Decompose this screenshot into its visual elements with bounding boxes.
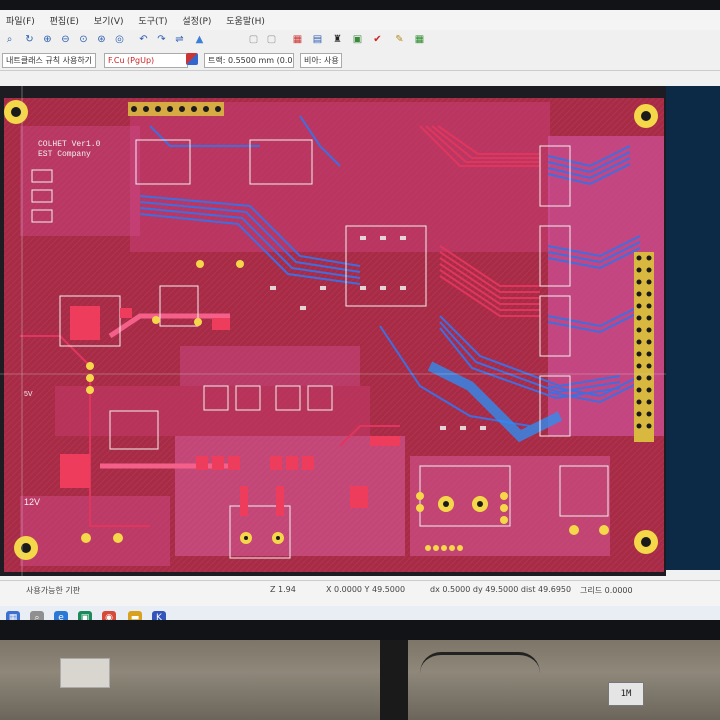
power-label: 12V bbox=[24, 497, 40, 507]
footprint-icon[interactable]: ▤ bbox=[310, 32, 325, 47]
drc-icon[interactable]: ✔ bbox=[370, 32, 385, 47]
folder-icon[interactable]: ▬ bbox=[128, 611, 142, 620]
taskbar: ▦ ⌕ e ▣ ◉ ▬ K bbox=[0, 606, 720, 620]
route-icon[interactable]: ▣ bbox=[350, 32, 365, 47]
layer-pair-icon[interactable] bbox=[186, 53, 198, 65]
zoom-in-icon[interactable]: ⊕ bbox=[40, 32, 55, 47]
board-title: COLHET Ver1.0 bbox=[38, 140, 101, 149]
appearance-panel[interactable] bbox=[666, 86, 720, 570]
zoom-out-icon[interactable]: ⊖ bbox=[58, 32, 73, 47]
search-taskbar-icon[interactable]: ⌕ bbox=[30, 611, 44, 620]
undo-icon[interactable]: ↶ bbox=[136, 32, 151, 47]
via-size-select[interactable]: 비아: 사용 bbox=[300, 53, 342, 68]
header-pins bbox=[128, 102, 224, 116]
search-icon[interactable]: ⌕ bbox=[2, 32, 17, 47]
redo-icon[interactable]: ↷ bbox=[154, 32, 169, 47]
triangle-icon[interactable]: ▲ bbox=[192, 32, 207, 47]
menu-help[interactable]: 도움말(H) bbox=[220, 10, 271, 27]
board-company: EST Company bbox=[38, 150, 91, 159]
zoom-area-icon[interactable]: ⊛ bbox=[94, 32, 109, 47]
menu-view[interactable]: 보기(V) bbox=[88, 10, 130, 27]
unlock-icon[interactable]: ▢ bbox=[264, 32, 279, 47]
pcb-board[interactable]: COLHET Ver1.0 EST Company 12V 5V bbox=[0, 86, 666, 576]
status-delta: dx 0.5000 dy 49.5000 dist 49.6950 bbox=[430, 585, 572, 594]
zoom-fit-icon[interactable]: ⊙ bbox=[76, 32, 91, 47]
netclass-select[interactable]: 내트클래스 규칙 사용하기 bbox=[2, 53, 96, 68]
status-grid: 그리드 0.0000 bbox=[580, 586, 633, 595]
browser-icon[interactable]: ◉ bbox=[102, 611, 116, 620]
status-zoom: Z 1.94 bbox=[270, 585, 296, 594]
windows-start-icon[interactable]: ▦ bbox=[6, 611, 20, 620]
menu-file[interactable]: 파일(F) bbox=[0, 10, 41, 27]
menu-settings[interactable]: 설정(P) bbox=[176, 10, 217, 27]
track-width-select[interactable]: 트랙: 0.5500 mm (0.0217 in) bbox=[204, 53, 294, 68]
monitor-stand bbox=[380, 640, 408, 720]
cable bbox=[420, 652, 540, 673]
zoom-selection-icon[interactable]: ◎ bbox=[112, 32, 127, 47]
lock-icon[interactable]: ▢ bbox=[246, 32, 261, 47]
menu-tools[interactable]: 도구(T) bbox=[132, 10, 173, 27]
pcb-canvas[interactable]: COLHET Ver1.0 EST Company 12V 5V bbox=[0, 86, 666, 576]
kicad-icon[interactable]: K bbox=[152, 611, 166, 620]
left-label: 5V bbox=[24, 391, 33, 398]
status-bar: 사용가능한 기판 Z 1.94 X 0.0000 Y 49.5000 dx 0.… bbox=[0, 580, 720, 607]
menu-bar: 파일(F) 편집(E) 보기(V) 도구(T) 설정(P) 도움말(H) bbox=[0, 10, 720, 30]
refresh-icon[interactable]: ↻ bbox=[22, 32, 37, 47]
kicad-window: 파일(F) 편집(E) 보기(V) 도구(T) 설정(P) 도움말(H) ⌕ ↻… bbox=[0, 10, 720, 620]
status-left: 사용가능한 기판 bbox=[26, 586, 81, 595]
toolbar: ⌕ ↻ ⊕ ⊖ ⊙ ⊛ ◎ ↶ ↷ ⇌ ▲ ▢ ▢ ▦ ▤ ♜ ▣ ✔ ✎ ▦ … bbox=[0, 30, 720, 71]
plugin-icon[interactable]: ▦ bbox=[412, 32, 427, 47]
layer-select[interactable]: F.Cu (PgUp) bbox=[104, 53, 188, 68]
netlist-icon[interactable]: ▦ bbox=[290, 32, 305, 47]
sticker: 1M bbox=[608, 682, 644, 706]
desk-object bbox=[60, 658, 110, 688]
layer-icon[interactable]: ♜ bbox=[330, 32, 345, 47]
store-icon[interactable]: ▣ bbox=[78, 611, 92, 620]
menu-edit[interactable]: 편집(E) bbox=[44, 10, 85, 27]
scripting-icon[interactable]: ✎ bbox=[392, 32, 407, 47]
status-coordinates: X 0.0000 Y 49.5000 bbox=[326, 585, 406, 594]
flip-icon[interactable]: ⇌ bbox=[172, 32, 187, 47]
edge-icon[interactable]: e bbox=[54, 611, 68, 620]
